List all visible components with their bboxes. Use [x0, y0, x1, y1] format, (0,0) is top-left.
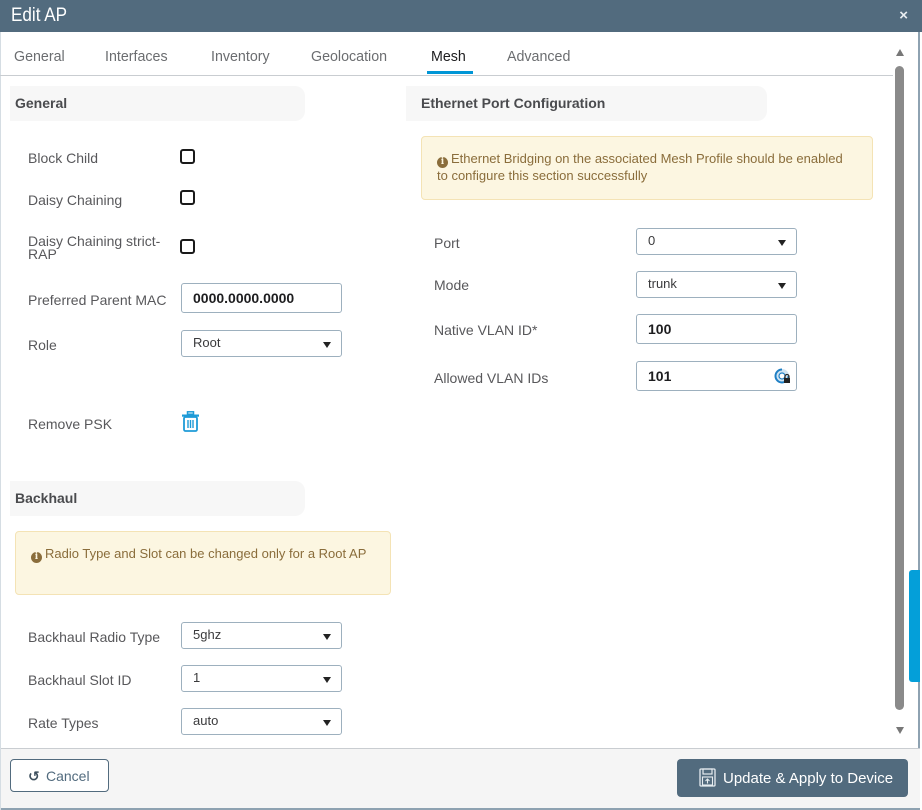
backhaul-radio-type-value: 5ghz	[193, 627, 222, 642]
backhaul-slot-id-select[interactable]: 1	[181, 665, 342, 692]
chevron-down-icon	[778, 283, 786, 289]
tab-general[interactable]: General	[14, 48, 65, 65]
native-vlan-label: Native VLAN ID*	[434, 322, 538, 338]
block-child-checkbox[interactable]	[180, 149, 195, 164]
daisy-chaining-strict-rap-label-line2: RAP	[28, 246, 57, 262]
info-icon: i	[31, 552, 42, 563]
ethernet-alert-text: Ethernet Bridging on the associated Mesh…	[437, 151, 843, 183]
undo-icon: ↺	[28, 768, 40, 784]
backhaul-radio-type-select[interactable]: 5ghz	[181, 622, 342, 649]
dialog-title: Edit AP	[11, 5, 68, 26]
scroll-down-arrow-icon[interactable]	[896, 727, 904, 734]
cancel-button-label: Cancel	[46, 768, 90, 784]
mode-select-value: trunk	[648, 276, 677, 291]
mode-label: Mode	[434, 277, 470, 293]
active-tab-indicator	[427, 71, 473, 74]
cancel-button[interactable]: ↺ Cancel	[10, 759, 109, 792]
side-panel-tab[interactable]	[909, 570, 920, 682]
chevron-down-icon	[323, 720, 331, 726]
backhaul-radio-type-label: Backhaul Radio Type	[28, 629, 161, 645]
role-select-value: Root	[193, 335, 221, 350]
tab-bar: General Interfaces Inventory Geolocation…	[0, 32, 893, 76]
update-apply-button[interactable]: Update & Apply to Device	[677, 759, 908, 797]
role-select[interactable]: Root	[181, 330, 342, 357]
info-icon: i	[437, 157, 448, 168]
port-select-value: 0	[648, 233, 656, 248]
rate-types-value: auto	[193, 713, 219, 728]
chevron-down-icon	[323, 634, 331, 640]
block-child-label: Block Child	[28, 150, 99, 166]
ethernet-section-title: Ethernet Port Configuration	[421, 95, 606, 111]
vertical-scrollbar[interactable]	[893, 44, 907, 740]
backhaul-section-header: Backhaul	[10, 481, 305, 516]
backhaul-alert-text: Radio Type and Slot can be changed only …	[45, 546, 367, 561]
dialog-titlebar: Edit AP ×	[0, 0, 922, 32]
allowed-vlans-input[interactable]: 101	[636, 361, 797, 391]
role-label: Role	[28, 337, 57, 353]
mode-select[interactable]: trunk	[636, 271, 797, 298]
tab-inventory[interactable]: Inventory	[211, 48, 270, 65]
tab-mesh[interactable]: Mesh	[431, 48, 466, 65]
backhaul-slot-id-value: 1	[193, 670, 201, 685]
daisy-chaining-strict-rap-checkbox[interactable]	[180, 239, 195, 254]
save-icon	[699, 768, 716, 787]
backhaul-info-alert: i Radio Type and Slot can be changed only…	[15, 531, 391, 595]
ethernet-info-alert: i Ethernet Bridging on the associated Mes…	[421, 136, 873, 200]
daisy-chaining-label: Daisy Chaining	[28, 192, 123, 208]
rate-types-select[interactable]: auto	[181, 708, 342, 735]
daisy-chaining-checkbox[interactable]	[180, 190, 195, 205]
scrollbar-thumb[interactable]	[895, 66, 904, 710]
chevron-down-icon	[323, 342, 331, 348]
remove-psk-label: Remove PSK	[28, 416, 113, 432]
ethernet-section-header: Ethernet Port Configuration	[406, 86, 767, 121]
port-label: Port	[434, 235, 460, 251]
scroll-up-arrow-icon[interactable]	[896, 49, 904, 56]
allowed-vlans-label: Allowed VLAN IDs	[434, 370, 549, 386]
password-manager-lock-icon[interactable]	[774, 368, 791, 385]
general-section-title: General	[15, 95, 68, 111]
allowed-vlans-value: 101	[648, 368, 672, 384]
preferred-parent-mac-label: Preferred Parent MAC	[28, 292, 167, 308]
trash-icon[interactable]	[181, 411, 200, 432]
daisy-chaining-strict-rap-label: Daisy Chaining strict- RAP	[28, 234, 160, 262]
rate-types-label: Rate Types	[28, 715, 99, 731]
backhaul-slot-id-label: Backhaul Slot ID	[28, 672, 132, 688]
native-vlan-input[interactable]: 100	[636, 314, 797, 344]
general-section-header: General	[10, 86, 305, 121]
tab-interfaces[interactable]: Interfaces	[105, 48, 168, 65]
backhaul-section-title: Backhaul	[15, 490, 78, 506]
port-select[interactable]: 0	[636, 228, 797, 255]
chevron-down-icon	[778, 240, 786, 246]
tab-advanced[interactable]: Advanced	[507, 48, 570, 65]
preferred-parent-mac-input[interactable]: 0000.0000.0000	[181, 283, 342, 313]
chevron-down-icon	[323, 677, 331, 683]
close-icon[interactable]: ×	[899, 7, 908, 24]
update-apply-button-label: Update & Apply to Device	[723, 770, 894, 787]
tab-geolocation[interactable]: Geolocation	[311, 48, 387, 65]
